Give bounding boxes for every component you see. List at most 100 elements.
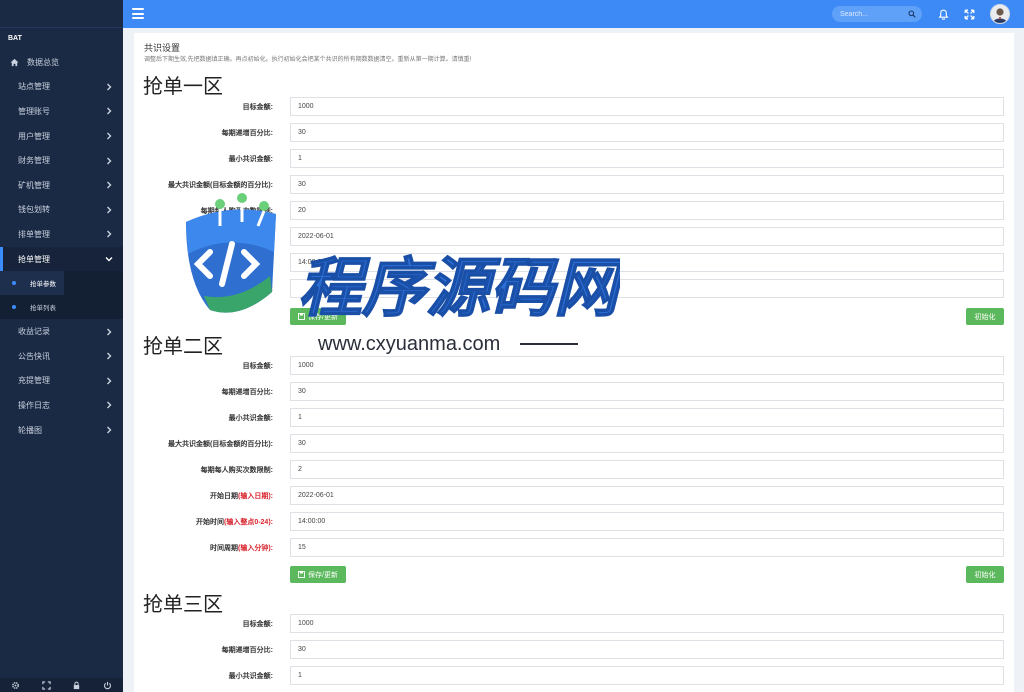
start-time-input[interactable] [290, 512, 1004, 531]
sidebar-submenu: 抢单参数 抢单列表 [0, 271, 123, 320]
purchase-limit-input[interactable] [290, 460, 1004, 479]
avatar[interactable] [990, 4, 1010, 24]
min-amount-input[interactable] [290, 408, 1004, 427]
sidebar-item-wallet-transfer[interactable]: 钱包划转 [0, 198, 123, 223]
zone-1-row-purchase-limit: 每期每人购买次数限制: [134, 201, 1014, 220]
sidebar-item-admin-accounts[interactable]: 管理账号 [0, 99, 123, 124]
field-label: 最小共识金额: [228, 156, 273, 163]
max-amount-input[interactable] [290, 434, 1004, 453]
sidebar-item-label: 操作日志 [18, 400, 50, 410]
sidebar-subitem-grab-list[interactable]: 抢单列表 [0, 295, 123, 319]
increment-percent-input[interactable] [290, 382, 1004, 401]
save-button-label: 保存/更新 [308, 571, 338, 579]
field-label: 每期每人购买次数限制: [200, 208, 273, 215]
sidebar-brand [0, 0, 123, 28]
zone-2-row-period: 时间周期(输入分钟): [134, 538, 1014, 557]
field-label: 每期递增百分比: [221, 647, 273, 654]
zone-1-title: 抢单一区 [143, 76, 223, 98]
sidebar-item-sites[interactable]: 站点管理 [0, 75, 123, 100]
sidebar-item-carousel[interactable]: 轮播图 [0, 418, 123, 443]
zone-2-row-start-date: 开始日期(输入日期): [134, 486, 1014, 505]
chevron-right-icon [107, 377, 112, 385]
bullet-icon [12, 281, 16, 286]
sidebar-item-label: 轮播图 [18, 425, 42, 435]
zone-2-save-button[interactable]: 保存/更新 [290, 566, 346, 583]
start-date-input[interactable] [290, 486, 1004, 505]
sidebar-item-label: 公告快讯 [18, 351, 50, 361]
sidebar-item-miners[interactable]: 矿机管理 [0, 173, 123, 198]
sidebar-item-dashboard[interactable]: 数据总览 [0, 50, 123, 75]
search-input[interactable] [832, 6, 906, 22]
sidebar-footer [0, 678, 123, 692]
increment-percent-input[interactable] [290, 640, 1004, 659]
search-icon[interactable] [908, 10, 916, 18]
init-button-label: 初始化 [974, 313, 996, 321]
zone-1-save-button[interactable]: 保存/更新 [290, 308, 346, 325]
power-icon[interactable] [103, 681, 112, 690]
start-time-input[interactable] [290, 253, 1004, 272]
field-label: 目标金额: [242, 363, 273, 370]
zone-3-row-min-amount: 最小共识金额: [134, 666, 1014, 685]
sidebar-item-label: 充提管理 [18, 376, 50, 386]
period-input[interactable] [290, 279, 1004, 298]
zone-3-row-target-amount: 目标金额: [134, 614, 1014, 633]
save-button-label: 保存/更新 [308, 313, 338, 321]
sidebar-item-logs[interactable]: 操作日志 [0, 393, 123, 418]
max-amount-input[interactable] [290, 175, 1004, 194]
target-amount-input[interactable] [290, 614, 1004, 633]
zone-1-row-period: 时间周期(输入分钟): [134, 279, 1014, 298]
sidebar-item-finance[interactable]: 财务管理 [0, 148, 123, 173]
chevron-right-icon [107, 401, 112, 409]
sidebar-item-label: 收益记录 [18, 327, 50, 337]
sidebar-item-announcements[interactable]: 公告快讯 [0, 344, 123, 369]
chevron-right-icon [107, 107, 112, 115]
zone-2-row-min-amount: 最小共识金额: [134, 408, 1014, 427]
menu-toggle-icon[interactable] [132, 8, 144, 19]
field-label: 目标金额: [242, 104, 273, 111]
chevron-right-icon [107, 206, 112, 214]
target-amount-input[interactable] [290, 356, 1004, 375]
purchase-limit-input[interactable] [290, 201, 1004, 220]
lock-icon[interactable] [72, 681, 81, 690]
expand-icon[interactable] [964, 9, 975, 20]
chevron-right-icon [107, 328, 112, 336]
sidebar-item-deposit-withdraw[interactable]: 充提管理 [0, 369, 123, 394]
field-label: 最小共识金额: [228, 415, 273, 422]
min-amount-input[interactable] [290, 666, 1004, 685]
zone-1-row-target-amount: 目标金额: [134, 97, 1014, 116]
sidebar-item-users[interactable]: 用户管理 [0, 124, 123, 149]
target-amount-input[interactable] [290, 97, 1004, 116]
bell-icon[interactable] [938, 9, 949, 20]
field-label: 最大共识金额(目标金额的百分比): [168, 441, 273, 448]
field-label: 每期每人购买次数限制: [200, 467, 273, 474]
zone-2-row-start-time: 开始时间(输入整点0-24): [134, 512, 1014, 531]
zone-1-init-button[interactable]: 初始化 [966, 308, 1004, 325]
chevron-right-icon [107, 352, 112, 360]
zone-2-row-max-amount: 最大共识金额(目标金额的百分比): [134, 434, 1014, 453]
field-label: 开始日期(输入日期): [210, 493, 273, 500]
sidebar-item-label: 管理账号 [18, 106, 50, 116]
chevron-right-icon [107, 426, 112, 434]
sidebar-item-label: 排单管理 [18, 229, 50, 239]
field-label: 目标金额: [242, 621, 273, 628]
min-amount-input[interactable] [290, 149, 1004, 168]
gear-icon[interactable] [11, 681, 20, 690]
sidebar-item-grab-orders[interactable]: 抢单管理 [0, 246, 123, 272]
home-icon [10, 58, 19, 66]
increment-percent-input[interactable] [290, 123, 1004, 142]
start-date-input[interactable] [290, 227, 1004, 246]
sidebar-item-orders[interactable]: 排单管理 [0, 222, 123, 247]
sidebar-item-earnings[interactable]: 收益记录 [0, 319, 123, 344]
sidebar-subitem-label: 抢单参数 [30, 281, 56, 289]
sidebar-subitem-grab-params[interactable]: 抢单参数 [0, 271, 64, 296]
field-label: 开始时间(输入整点0-24): [195, 519, 273, 526]
zone-2-row-purchase-limit: 每期每人购买次数限制: [134, 460, 1014, 479]
fullscreen-icon[interactable] [41, 680, 51, 690]
page-description: 调整后下期生效,先把数据填正确。再点初始化。执行初始化会把某个共识的所有期数数据… [144, 57, 472, 63]
consensus-settings-panel: 共识设置 调整后下期生效,先把数据填正确。再点初始化。执行初始化会把某个共识的所… [134, 33, 1014, 692]
zone-2-init-button[interactable]: 初始化 [966, 566, 1004, 583]
zone-1-row-start-date: 开始日期(输入日期): [134, 227, 1014, 246]
period-input[interactable] [290, 538, 1004, 557]
zone-1-row-start-time: 开始时间(输入整点0-24): [134, 253, 1014, 272]
sidebar-item-label: 财务管理 [18, 156, 50, 166]
